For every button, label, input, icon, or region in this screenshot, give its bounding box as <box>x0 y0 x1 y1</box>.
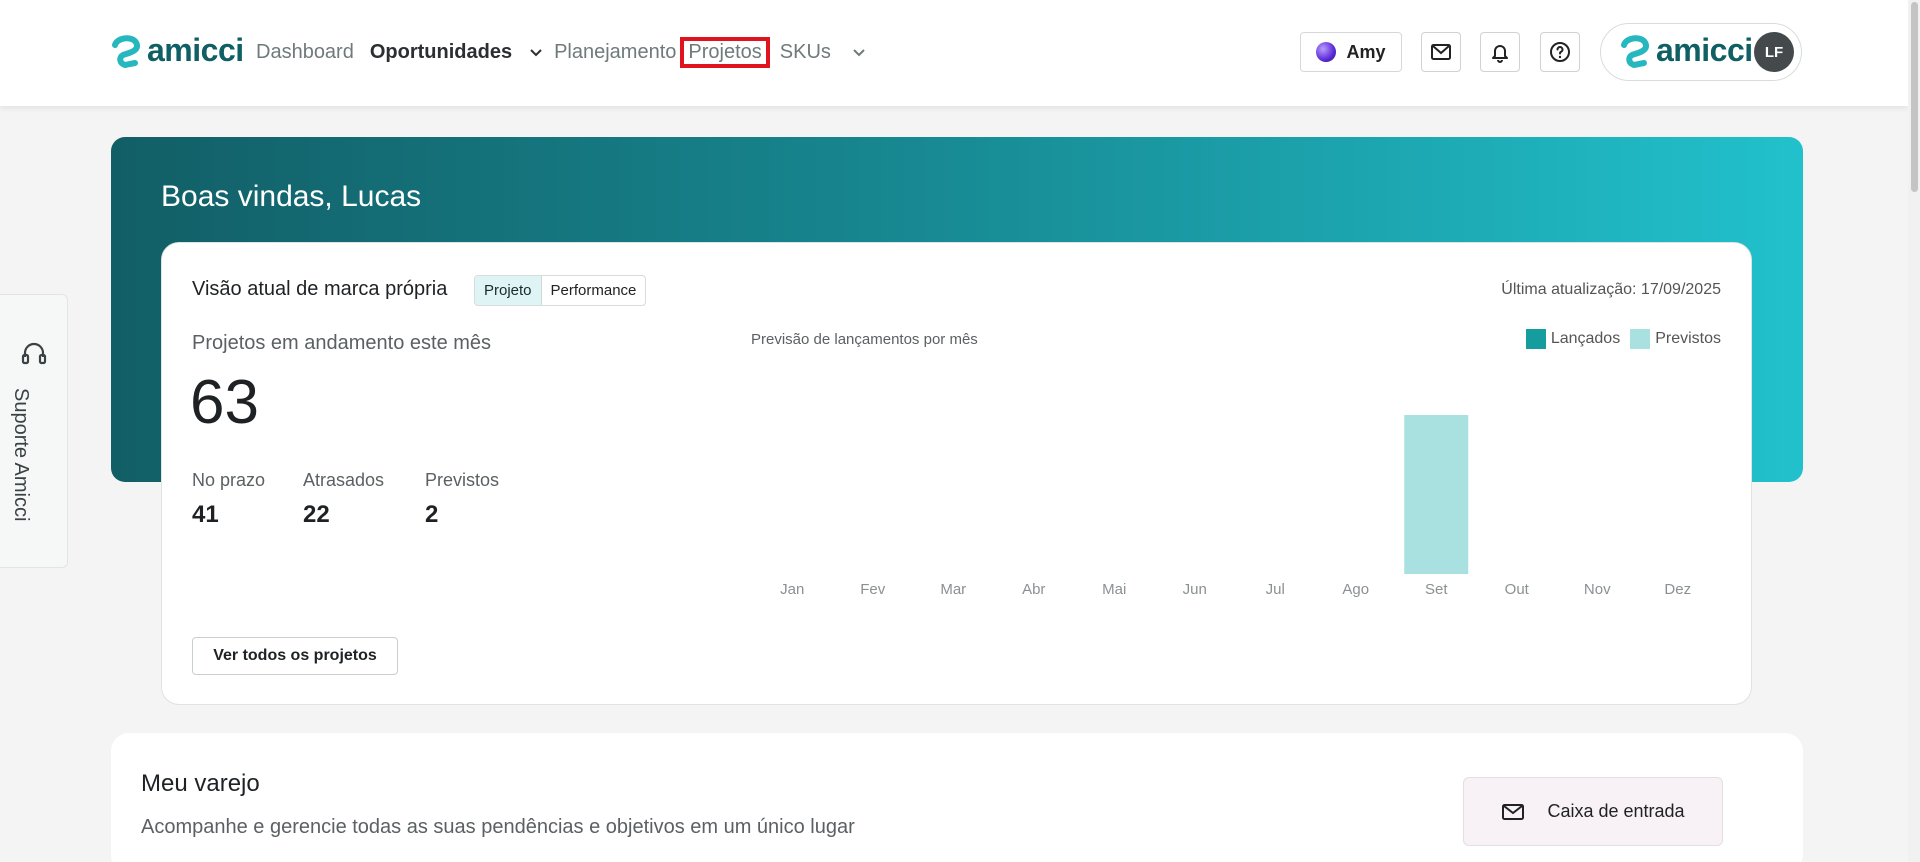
legend-label: Previstos <box>1655 330 1721 347</box>
help-button[interactable] <box>1540 32 1580 72</box>
stat-label: Previstos <box>425 470 500 490</box>
view-toggle: Projeto Performance <box>474 275 647 306</box>
nav-projetos[interactable]: Projetos <box>680 36 770 68</box>
amicci-logo-icon <box>1621 34 1650 68</box>
stat-value: 41 <box>192 501 219 528</box>
amy-orb-icon <box>1316 42 1337 62</box>
x-tick-label: Dez <box>1664 581 1691 598</box>
nav-dashboard[interactable]: Dashboard <box>256 41 354 64</box>
meu-varejo-title: Meu varejo <box>141 770 260 797</box>
x-tick-label: Jan <box>780 581 804 598</box>
inbox-button[interactable]: Caixa de entrada <box>1463 777 1723 846</box>
chart-title: Previsão de lançamentos por mês <box>751 331 978 348</box>
nav-planejamento[interactable]: Planejamento <box>554 41 676 64</box>
toggle-performance[interactable]: Performance <box>542 276 646 305</box>
stat-no-prazo: No prazo 41 <box>192 470 265 529</box>
legend-swatch <box>1630 329 1651 349</box>
avatar[interactable]: LF <box>1754 32 1794 72</box>
x-tick-label: Abr <box>1022 581 1045 598</box>
welcome-title: Boas vindas, Lucas <box>161 180 422 213</box>
stat-previstos: Previstos 2 <box>425 470 499 529</box>
chevron-down-icon[interactable] <box>526 42 546 62</box>
mail-icon <box>1431 44 1451 60</box>
x-tick-label: Nov <box>1584 581 1611 598</box>
amy-label: Amy <box>1346 41 1386 62</box>
amicci-logo[interactable]: amicci <box>111 32 244 69</box>
stat-value: 22 <box>303 501 330 528</box>
launch-forecast-chart: Jan Fev Mar Abr Mai Jun Jul Ago Set Out Nov Dez <box>780 415 1691 598</box>
main-nav: Dashboard Oportunidades Planejamento Pro… <box>256 36 873 68</box>
inbox-label: Caixa de entrada <box>1547 801 1685 821</box>
bell-icon <box>1492 45 1508 63</box>
stat-label: Atrasados <box>303 470 385 490</box>
last-update-text: Última atualização: 17/09/2025 <box>1501 281 1721 298</box>
legend-item-previstos: Previstos <box>1630 329 1721 349</box>
mail-icon <box>1502 803 1525 820</box>
legend-item-lancados: Lançados <box>1525 329 1621 349</box>
nav-skus[interactable]: SKUs <box>780 41 831 64</box>
legend-swatch <box>1525 329 1546 349</box>
notifications-button[interactable] <box>1480 32 1520 72</box>
stat-value: 2 <box>425 501 439 528</box>
stat-atrasados: Atrasados 22 <box>303 470 384 529</box>
see-all-projects-button[interactable]: Ver todos os projetos <box>192 637 398 675</box>
chart-legend: Lançados Previstos <box>1525 329 1721 349</box>
x-tick-label: Jun <box>1183 581 1207 598</box>
x-tick-label: Out <box>1505 581 1530 598</box>
logo-text: amicci <box>147 32 244 68</box>
x-tick-label: Mar <box>940 581 966 598</box>
messages-button[interactable] <box>1421 32 1461 72</box>
ongoing-projects-label: Projetos em andamento este mês <box>192 332 492 354</box>
meu-varejo-subtitle: Acompanhe e gerencie todas as suas pendê… <box>141 816 855 838</box>
x-tick-label: Fev <box>860 581 886 598</box>
profile-logo-text: amicci <box>1656 32 1753 68</box>
legend-label: Lançados <box>1550 330 1621 347</box>
chevron-down-icon[interactable] <box>849 42 869 62</box>
nav-oportunidades[interactable]: Oportunidades <box>370 41 512 64</box>
headset-icon <box>21 342 47 365</box>
card-title: Visão atual de marca própria <box>192 278 448 300</box>
stat-label: No prazo <box>192 470 266 490</box>
support-label: Suporte Amicci <box>10 388 32 522</box>
amy-assistant-button[interactable]: Amy <box>1300 32 1402 72</box>
bar-previstos-set <box>1404 415 1469 574</box>
help-circle-icon <box>1550 42 1570 62</box>
x-tick-label: Ago <box>1342 581 1369 598</box>
amicci-logo-icon <box>112 34 141 68</box>
ongoing-projects-count: 63 <box>190 368 259 437</box>
scrollbar-thumb[interactable] <box>1911 2 1918 192</box>
x-tick-label: Mai <box>1102 581 1126 598</box>
profile-amicci-logo: amicci <box>1620 32 1753 69</box>
x-tick-label: Jul <box>1266 581 1285 598</box>
x-tick-label: Set <box>1425 581 1448 598</box>
toggle-projeto[interactable]: Projeto <box>475 276 542 305</box>
